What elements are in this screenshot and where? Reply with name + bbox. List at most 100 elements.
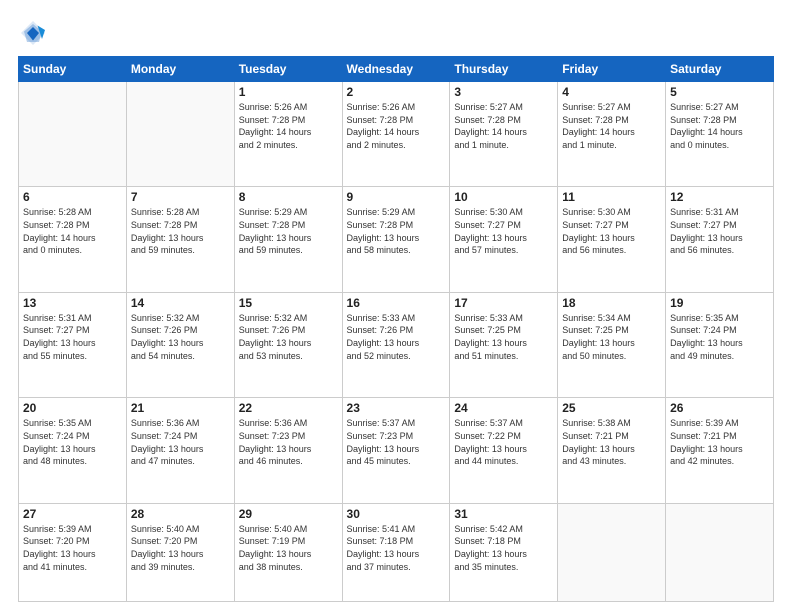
calendar-cell: 17Sunrise: 5:33 AM Sunset: 7:25 PM Dayli…	[450, 292, 558, 397]
calendar-cell: 22 Sunrise: 5:36 AM Sunset: 7:23 PM Dayli…	[234, 398, 342, 503]
day-info: Sunrise: 5:40 AM Sunset: 7:19 PM Dayligh…	[239, 523, 338, 573]
day-number: 2	[347, 85, 446, 99]
calendar-cell	[126, 82, 234, 187]
calendar-cell: 7 Sunrise: 5:28 AM Sunset: 7:28 PM Daylig…	[126, 187, 234, 292]
calendar-cell: 1 Sunrise: 5:26 AM Sunset: 7:28 PM Daylig…	[234, 82, 342, 187]
calendar-cell: 25Sunrise: 5:38 AM Sunset: 7:21 PM Dayli…	[558, 398, 666, 503]
calendar-cell: 9 Sunrise: 5:29 AM Sunset: 7:28 PM Daylig…	[342, 187, 450, 292]
calendar-cell: 21Sunrise: 5:36 AM Sunset: 7:24 PM Dayli…	[126, 398, 234, 503]
day-number: 29	[239, 507, 338, 521]
calendar-cell: 4Sunrise: 5:27 AM Sunset: 7:28 PM Daylig…	[558, 82, 666, 187]
calendar-cell: 24 Sunrise: 5:37 AM Sunset: 7:22 PM Dayli…	[450, 398, 558, 503]
day-info: Sunrise: 5:42 AM Sunset: 7:18 PM Dayligh…	[454, 523, 553, 573]
day-info: Sunrise: 5:32 AM Sunset: 7:26 PM Dayligh…	[131, 312, 230, 362]
day-info: Sunrise: 5:39 AM Sunset: 7:21 PM Dayligh…	[670, 417, 769, 467]
day-info: Sunrise: 5:33 AM Sunset: 7:26 PM Dayligh…	[347, 312, 446, 362]
day-info: Sunrise: 5:29 AM Sunset: 7:28 PM Dayligh…	[239, 206, 338, 256]
day-number: 18	[562, 296, 661, 310]
day-info: Sunrise: 5:35 AM Sunset: 7:24 PM Dayligh…	[670, 312, 769, 362]
calendar-cell: 23 Sunrise: 5:37 AM Sunset: 7:23 PM Dayli…	[342, 398, 450, 503]
day-number: 11	[562, 190, 661, 204]
day-info: Sunrise: 5:27 AM Sunset: 7:28 PM Dayligh…	[670, 101, 769, 151]
day-info: Sunrise: 5:37 AM Sunset: 7:22 PM Dayligh…	[454, 417, 553, 467]
day-number: 28	[131, 507, 230, 521]
day-number: 22	[239, 401, 338, 415]
day-info: Sunrise: 5:41 AM Sunset: 7:18 PM Dayligh…	[347, 523, 446, 573]
day-info: Sunrise: 5:31 AM Sunset: 7:27 PM Dayligh…	[670, 206, 769, 256]
calendar-week-row: 27 Sunrise: 5:39 AM Sunset: 7:20 PM Dayli…	[19, 503, 774, 601]
calendar-week-row: 1 Sunrise: 5:26 AM Sunset: 7:28 PM Daylig…	[19, 82, 774, 187]
calendar-cell: 3 Sunrise: 5:27 AM Sunset: 7:28 PM Daylig…	[450, 82, 558, 187]
day-number: 4	[562, 85, 661, 99]
day-info: Sunrise: 5:36 AM Sunset: 7:24 PM Dayligh…	[131, 417, 230, 467]
calendar-cell: 10 Sunrise: 5:30 AM Sunset: 7:27 PM Dayli…	[450, 187, 558, 292]
day-number: 23	[347, 401, 446, 415]
weekday-header: Friday	[558, 57, 666, 82]
calendar-cell: 11 Sunrise: 5:30 AM Sunset: 7:27 PM Dayli…	[558, 187, 666, 292]
day-info: Sunrise: 5:28 AM Sunset: 7:28 PM Dayligh…	[131, 206, 230, 256]
calendar-cell	[666, 503, 774, 601]
calendar-cell: 13 Sunrise: 5:31 AM Sunset: 7:27 PM Dayli…	[19, 292, 127, 397]
day-number: 9	[347, 190, 446, 204]
calendar-week-row: 20 Sunrise: 5:35 AM Sunset: 7:24 PM Dayli…	[19, 398, 774, 503]
calendar-cell: 6 Sunrise: 5:28 AM Sunset: 7:28 PM Daylig…	[19, 187, 127, 292]
day-info: Sunrise: 5:35 AM Sunset: 7:24 PM Dayligh…	[23, 417, 122, 467]
day-number: 30	[347, 507, 446, 521]
day-info: Sunrise: 5:33 AM Sunset: 7:25 PM Dayligh…	[454, 312, 553, 362]
day-info: Sunrise: 5:28 AM Sunset: 7:28 PM Dayligh…	[23, 206, 122, 256]
day-number: 27	[23, 507, 122, 521]
day-info: Sunrise: 5:30 AM Sunset: 7:27 PM Dayligh…	[454, 206, 553, 256]
calendar-week-row: 6 Sunrise: 5:28 AM Sunset: 7:28 PM Daylig…	[19, 187, 774, 292]
calendar-cell	[558, 503, 666, 601]
day-info: Sunrise: 5:29 AM Sunset: 7:28 PM Dayligh…	[347, 206, 446, 256]
page: SundayMondayTuesdayWednesdayThursdayFrid…	[0, 0, 792, 612]
day-info: Sunrise: 5:26 AM Sunset: 7:28 PM Dayligh…	[347, 101, 446, 151]
calendar-week-row: 13 Sunrise: 5:31 AM Sunset: 7:27 PM Dayli…	[19, 292, 774, 397]
day-number: 14	[131, 296, 230, 310]
day-number: 10	[454, 190, 553, 204]
calendar-cell: 14 Sunrise: 5:32 AM Sunset: 7:26 PM Dayli…	[126, 292, 234, 397]
header	[18, 18, 774, 48]
weekday-header: Thursday	[450, 57, 558, 82]
logo-icon	[18, 18, 48, 48]
day-number: 25	[562, 401, 661, 415]
day-number: 3	[454, 85, 553, 99]
calendar-table: SundayMondayTuesdayWednesdayThursdayFrid…	[18, 56, 774, 602]
calendar-cell: 29 Sunrise: 5:40 AM Sunset: 7:19 PM Dayli…	[234, 503, 342, 601]
day-number: 7	[131, 190, 230, 204]
day-number: 6	[23, 190, 122, 204]
day-number: 8	[239, 190, 338, 204]
weekday-header: Monday	[126, 57, 234, 82]
calendar-cell: 28 Sunrise: 5:40 AM Sunset: 7:20 PM Dayli…	[126, 503, 234, 601]
day-info: Sunrise: 5:27 AM Sunset: 7:28 PM Dayligh…	[454, 101, 553, 151]
calendar-cell: 5 Sunrise: 5:27 AM Sunset: 7:28 PM Daylig…	[666, 82, 774, 187]
weekday-header: Wednesday	[342, 57, 450, 82]
weekday-header: Sunday	[19, 57, 127, 82]
day-number: 5	[670, 85, 769, 99]
calendar-cell: 2 Sunrise: 5:26 AM Sunset: 7:28 PM Daylig…	[342, 82, 450, 187]
day-number: 1	[239, 85, 338, 99]
day-number: 13	[23, 296, 122, 310]
weekday-header: Saturday	[666, 57, 774, 82]
day-info: Sunrise: 5:31 AM Sunset: 7:27 PM Dayligh…	[23, 312, 122, 362]
calendar-cell: 27 Sunrise: 5:39 AM Sunset: 7:20 PM Dayli…	[19, 503, 127, 601]
day-info: Sunrise: 5:37 AM Sunset: 7:23 PM Dayligh…	[347, 417, 446, 467]
day-info: Sunrise: 5:40 AM Sunset: 7:20 PM Dayligh…	[131, 523, 230, 573]
day-number: 20	[23, 401, 122, 415]
day-info: Sunrise: 5:26 AM Sunset: 7:28 PM Dayligh…	[239, 101, 338, 151]
day-info: Sunrise: 5:34 AM Sunset: 7:25 PM Dayligh…	[562, 312, 661, 362]
calendar-cell: 12 Sunrise: 5:31 AM Sunset: 7:27 PM Dayli…	[666, 187, 774, 292]
day-number: 12	[670, 190, 769, 204]
calendar-cell: 30 Sunrise: 5:41 AM Sunset: 7:18 PM Dayli…	[342, 503, 450, 601]
calendar-cell: 31Sunrise: 5:42 AM Sunset: 7:18 PM Dayli…	[450, 503, 558, 601]
day-number: 16	[347, 296, 446, 310]
day-number: 24	[454, 401, 553, 415]
day-info: Sunrise: 5:30 AM Sunset: 7:27 PM Dayligh…	[562, 206, 661, 256]
calendar-cell: 16 Sunrise: 5:33 AM Sunset: 7:26 PM Dayli…	[342, 292, 450, 397]
day-info: Sunrise: 5:39 AM Sunset: 7:20 PM Dayligh…	[23, 523, 122, 573]
day-info: Sunrise: 5:36 AM Sunset: 7:23 PM Dayligh…	[239, 417, 338, 467]
logo	[18, 18, 52, 48]
calendar-cell: 8 Sunrise: 5:29 AM Sunset: 7:28 PM Daylig…	[234, 187, 342, 292]
day-number: 19	[670, 296, 769, 310]
calendar-cell: 19 Sunrise: 5:35 AM Sunset: 7:24 PM Dayli…	[666, 292, 774, 397]
